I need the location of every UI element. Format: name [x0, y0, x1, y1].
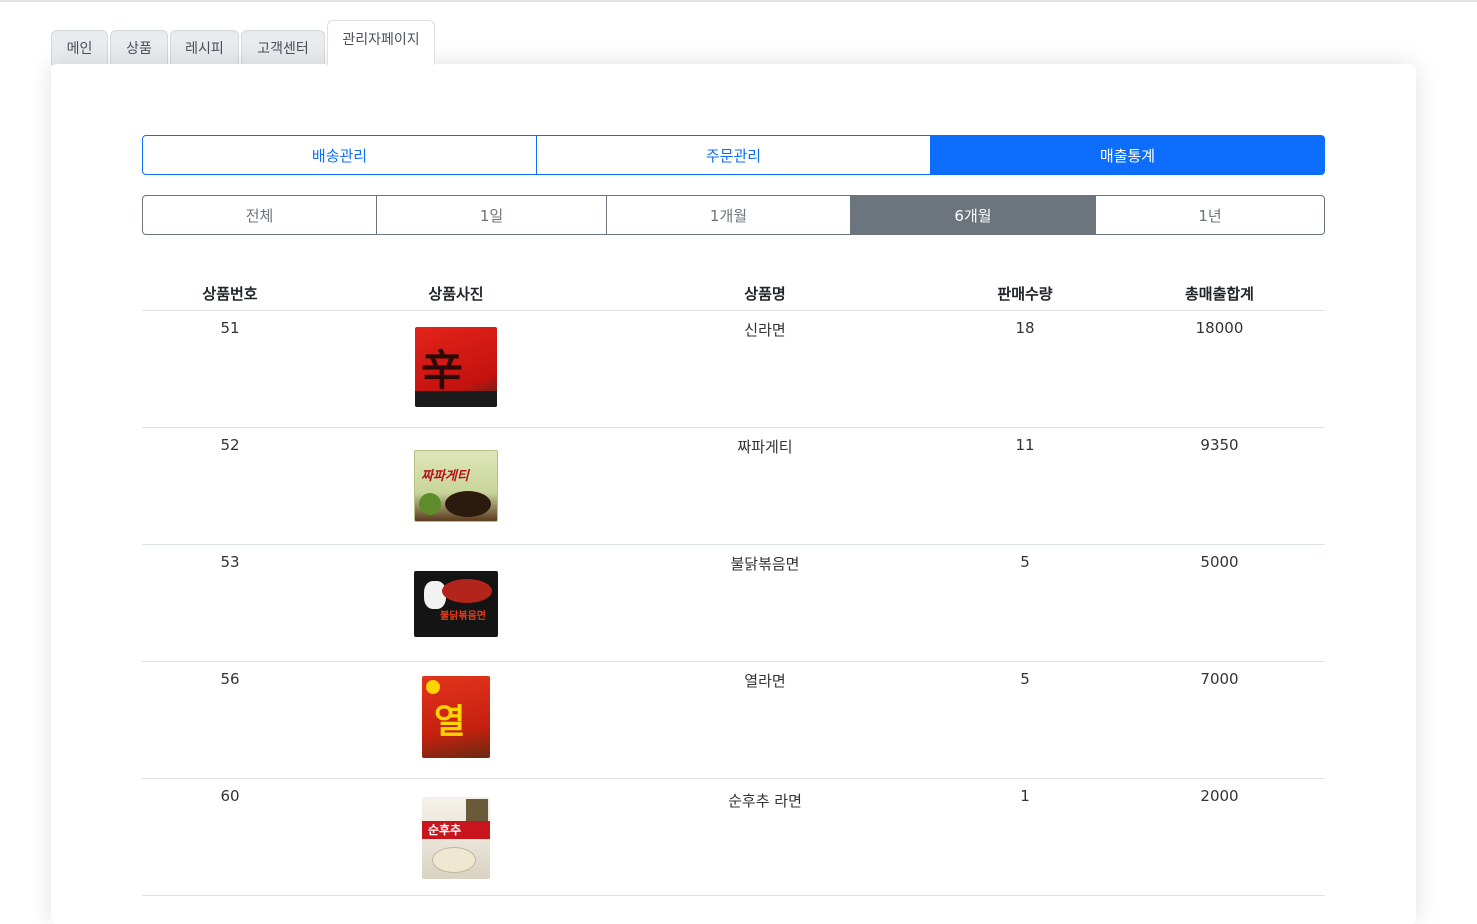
product-image: 열	[422, 676, 490, 758]
quantity: 11	[1015, 436, 1035, 454]
header-product-image: 상품사진	[428, 285, 484, 303]
product-id: 56	[220, 670, 240, 688]
product-id: 53	[220, 553, 240, 571]
product-image-label: 辛	[421, 346, 464, 395]
tab-products[interactable]: 상품	[110, 30, 168, 65]
product-image: 순후추	[422, 797, 490, 879]
product-image-cell: 짜파게티	[318, 428, 594, 544]
product-image-cell: 순후추	[318, 779, 594, 895]
table-header: 상품번호 상품사진 상품명 판매수량 총매출합계	[142, 272, 1325, 311]
total-sales: 9350	[1200, 436, 1239, 454]
product-id: 60	[220, 787, 240, 805]
quantity: 18	[1015, 319, 1035, 337]
product-image-cell: 辛	[318, 311, 594, 427]
product-image-label: 열	[434, 702, 466, 742]
quantity: 5	[1020, 670, 1030, 688]
total-sales: 7000	[1200, 670, 1239, 688]
period-1month-button[interactable]: 1개월	[606, 195, 851, 235]
total-sales: 5000	[1200, 553, 1239, 571]
product-id: 52	[220, 436, 240, 454]
tab-customer-center[interactable]: 고객센터	[241, 30, 325, 65]
product-image: 辛	[415, 327, 497, 407]
tab-admin-page[interactable]: 관리자페이지	[327, 20, 435, 65]
product-image-label: 순후추	[428, 823, 462, 837]
header-total-sales: 총매출합계	[1184, 285, 1254, 303]
period-1year-button[interactable]: 1년	[1095, 195, 1325, 235]
total-sales: 2000	[1200, 787, 1239, 805]
sales-statistics-button[interactable]: 매출통계	[930, 135, 1325, 175]
period-1day-button[interactable]: 1일	[376, 195, 607, 235]
delivery-management-button[interactable]: 배송관리	[142, 135, 537, 175]
table-row: 52 짜파게티 짜파게티 11 9350	[142, 428, 1325, 545]
product-id: 51	[220, 319, 240, 337]
table-row: 53 불닭볶음면 불닭볶음면 5 5000	[142, 545, 1325, 662]
quantity: 5	[1020, 553, 1030, 571]
product-image: 짜파게티	[414, 450, 498, 522]
product-name: 불닭볶음면	[730, 555, 800, 573]
period-filter: 전체 1일 1개월 6개월 1년	[142, 195, 1325, 235]
period-6months-button[interactable]: 6개월	[850, 195, 1096, 235]
header-product-name: 상품명	[744, 285, 786, 303]
product-image: 불닭볶음면	[414, 571, 498, 637]
product-image-cell: 불닭볶음면	[318, 545, 594, 661]
header-quantity: 판매수량	[997, 285, 1053, 303]
admin-panel: 배송관리 주문관리 매출통계 전체 1일 1개월 6개월 1년 상품번호 상품사…	[51, 64, 1416, 924]
quantity: 1	[1020, 787, 1030, 805]
sales-table: 상품번호 상품사진 상품명 판매수량 총매출합계 51 辛 신라면 18 180…	[142, 272, 1325, 896]
table-row: 60 순후추 순후추 라면 1 2000	[142, 779, 1325, 896]
product-image-label: 짜파게티	[421, 469, 469, 484]
product-image-label: 불닭볶음면	[440, 611, 486, 622]
header-product-id: 상품번호	[202, 285, 258, 303]
product-name: 짜파게티	[737, 438, 793, 456]
period-all-button[interactable]: 전체	[142, 195, 377, 235]
admin-menu: 배송관리 주문관리 매출통계	[142, 135, 1325, 175]
product-name: 순후추 라면	[728, 792, 802, 810]
table-row: 51 辛 신라면 18 18000	[142, 311, 1325, 428]
order-management-button[interactable]: 주문관리	[536, 135, 931, 175]
top-divider	[0, 0, 1477, 2]
table-row: 56 열 열라면 5 7000	[142, 662, 1325, 779]
product-name: 열라면	[744, 672, 786, 690]
tab-main[interactable]: 메인	[51, 30, 108, 65]
product-name: 신라면	[744, 321, 786, 339]
total-sales: 18000	[1195, 319, 1244, 337]
product-image-cell: 열	[318, 662, 594, 778]
tab-recipes[interactable]: 레시피	[170, 30, 239, 65]
